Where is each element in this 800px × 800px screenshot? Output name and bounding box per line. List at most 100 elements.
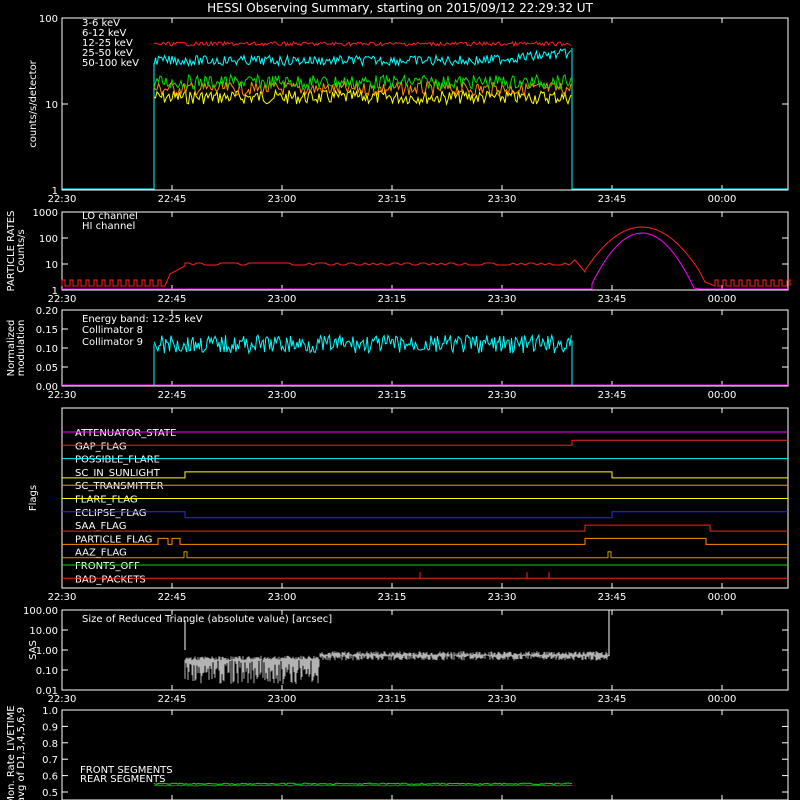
series-line (153, 73, 572, 91)
series-line (153, 784, 573, 787)
y-tick-label: 1000 (33, 208, 58, 219)
x-tick-label: 00:00 (708, 294, 737, 305)
x-tick-label: 23:00 (268, 390, 297, 401)
x-tick-label: 23:15 (378, 592, 407, 603)
y-label: avg of D1,3,4,5,6,9 (16, 707, 27, 800)
flag-line (62, 524, 788, 532)
flag-label: GAP_FLAG (75, 441, 127, 452)
series-line (62, 62, 155, 190)
panel-livetime: 22:3022:4523:0023:1523:3023:4500:00Mon. … (6, 705, 789, 800)
series-line (61, 226, 791, 287)
flag-label: PARTICLE_FLAG (75, 534, 152, 545)
panel-sas: 22:30 22:45 23:00 23:15 23:30 23:45 00:00SAS0.… (23, 606, 789, 705)
panel-frame (61, 211, 789, 291)
y-tick-label: 0.01 (36, 686, 58, 697)
y-tick-label: 0.00 (36, 382, 58, 393)
flag-label: FRONTS_OFF (75, 561, 140, 572)
x-tick-label: 22:30 (48, 592, 77, 603)
x-tick-label: 00:00 (708, 592, 737, 603)
x-tick-label: 23:45 (598, 592, 627, 603)
y-tick-label: 1.00 (36, 646, 58, 657)
y-tick-label: 0.7 (42, 755, 58, 766)
y-tick-label: 0.10 (36, 344, 58, 355)
x-tick-label: 22:45 (158, 294, 187, 305)
panel-flags: 22:30 22:45 23:00 23:15 23:30 23:45 00:00 Flags… (28, 407, 789, 603)
flag-label: ECLIPSE_FLAG (75, 508, 146, 519)
flag-line (62, 439, 788, 446)
flag-label: SC_TRANSMITTER (75, 481, 164, 492)
series-line (62, 232, 788, 290)
x-tick-label: 00:00 (708, 390, 737, 401)
series-line (153, 333, 572, 355)
series-line (153, 782, 573, 786)
x-tick-label: 23:00 (268, 294, 297, 305)
x-tick-label: 23:00 (268, 592, 297, 603)
series-line (153, 40, 572, 48)
legend-entry: Collimator 9 (82, 337, 143, 348)
x-tick-label: 23:30 (488, 294, 517, 305)
x-tick-label: 00:00 (708, 194, 737, 205)
x-tick-label: 23:15 (378, 294, 407, 305)
x-tick-label: 23:15 (378, 194, 407, 205)
x-tick-label: 00:00 (708, 694, 737, 705)
y-label: modulation (16, 320, 27, 377)
y-tick-label: 100 (39, 14, 58, 25)
x-tick-label: 23:30 (488, 592, 517, 603)
panel-counts: 22:30 22:45 23:00 23:15 23:30 23:45 00:00count… (28, 14, 789, 205)
x-tick-label: 23:15 (378, 390, 407, 401)
hessi-summary-chart: HESSI Observing Summary, starting on 201… (6, 1, 791, 800)
y-tick-label: 10.00 (29, 626, 58, 637)
panel-frame (61, 709, 789, 800)
y-tick-label: 100.00 (23, 606, 58, 617)
series-line (571, 47, 788, 190)
x-tick-label: 23:45 (598, 390, 627, 401)
x-tick-label: 23:00 (268, 694, 297, 705)
flag-line (62, 537, 788, 545)
flag-line (62, 471, 788, 479)
y-tick-label: 0.10 (36, 666, 58, 677)
y-tick-label: 0.8 (42, 739, 58, 750)
legend-entry: HI channel (82, 221, 135, 232)
flag-label: ATTENUATOR_STATE (75, 428, 176, 439)
y-tick-label: 0.6 (42, 772, 58, 783)
legend-entry: REAR SEGMENTS (80, 774, 166, 785)
flag-label: POSSIBLE_FLARE (75, 455, 160, 466)
y-tick-label: 10 (45, 100, 58, 111)
flag-label: SAA_FLAG (75, 521, 126, 532)
flag-line (62, 572, 788, 579)
y-tick-label: 0.5 (42, 788, 58, 799)
x-tick-label: 23:30 (488, 390, 517, 401)
y-label: counts/s/detector (28, 59, 39, 147)
legend-entry: Collimator 8 (82, 325, 143, 336)
y-tick-label: 100 (39, 234, 58, 245)
series-line (184, 651, 609, 684)
flag-label: AAZ_FLAG (75, 548, 127, 559)
y-tick-label: 1 (52, 286, 58, 297)
y-tick-label: 0.15 (36, 325, 58, 336)
x-tick-label: 23:30 (488, 194, 517, 205)
x-tick-label: 23:30 (488, 694, 517, 705)
flag-label: FLARE_FLAG (75, 495, 138, 506)
x-tick-label: 23:45 (598, 294, 627, 305)
series-line (153, 48, 572, 68)
x-tick-label: 22:45 (158, 194, 187, 205)
y-tick-label: 0.9 (42, 722, 58, 733)
y-tick-label: 0.20 (36, 306, 58, 317)
y-tick-label: 1.0 (42, 706, 58, 717)
legend-entry: 50-100 keV (82, 58, 139, 69)
flag-label: SC_IN_SUNLIGHT (75, 468, 161, 479)
x-tick-label: 23:45 (598, 194, 627, 205)
x-tick-label: 23:45 (598, 694, 627, 705)
annotation: Energy band: 12-25 keV (82, 314, 203, 325)
flag-line (62, 511, 788, 519)
x-tick-label: 22:45 (158, 592, 187, 603)
chart-title: HESSI Observing Summary, starting on 201… (207, 1, 593, 15)
y-tick-label: 1 (52, 186, 58, 197)
x-tick-label: 23:00 (268, 194, 297, 205)
annotation: Size of Reduced Triangle (absolute value… (82, 614, 332, 625)
x-tick-label: 23:15 (378, 694, 407, 705)
y-tick-label: 10 (45, 260, 58, 271)
y-label: Counts/s (16, 229, 27, 273)
panel-modulation: 22:30 22:45 23:00 23:15 23:30 23:45 00:00Norma… (6, 306, 789, 401)
x-tick-label: 22:45 (158, 694, 187, 705)
